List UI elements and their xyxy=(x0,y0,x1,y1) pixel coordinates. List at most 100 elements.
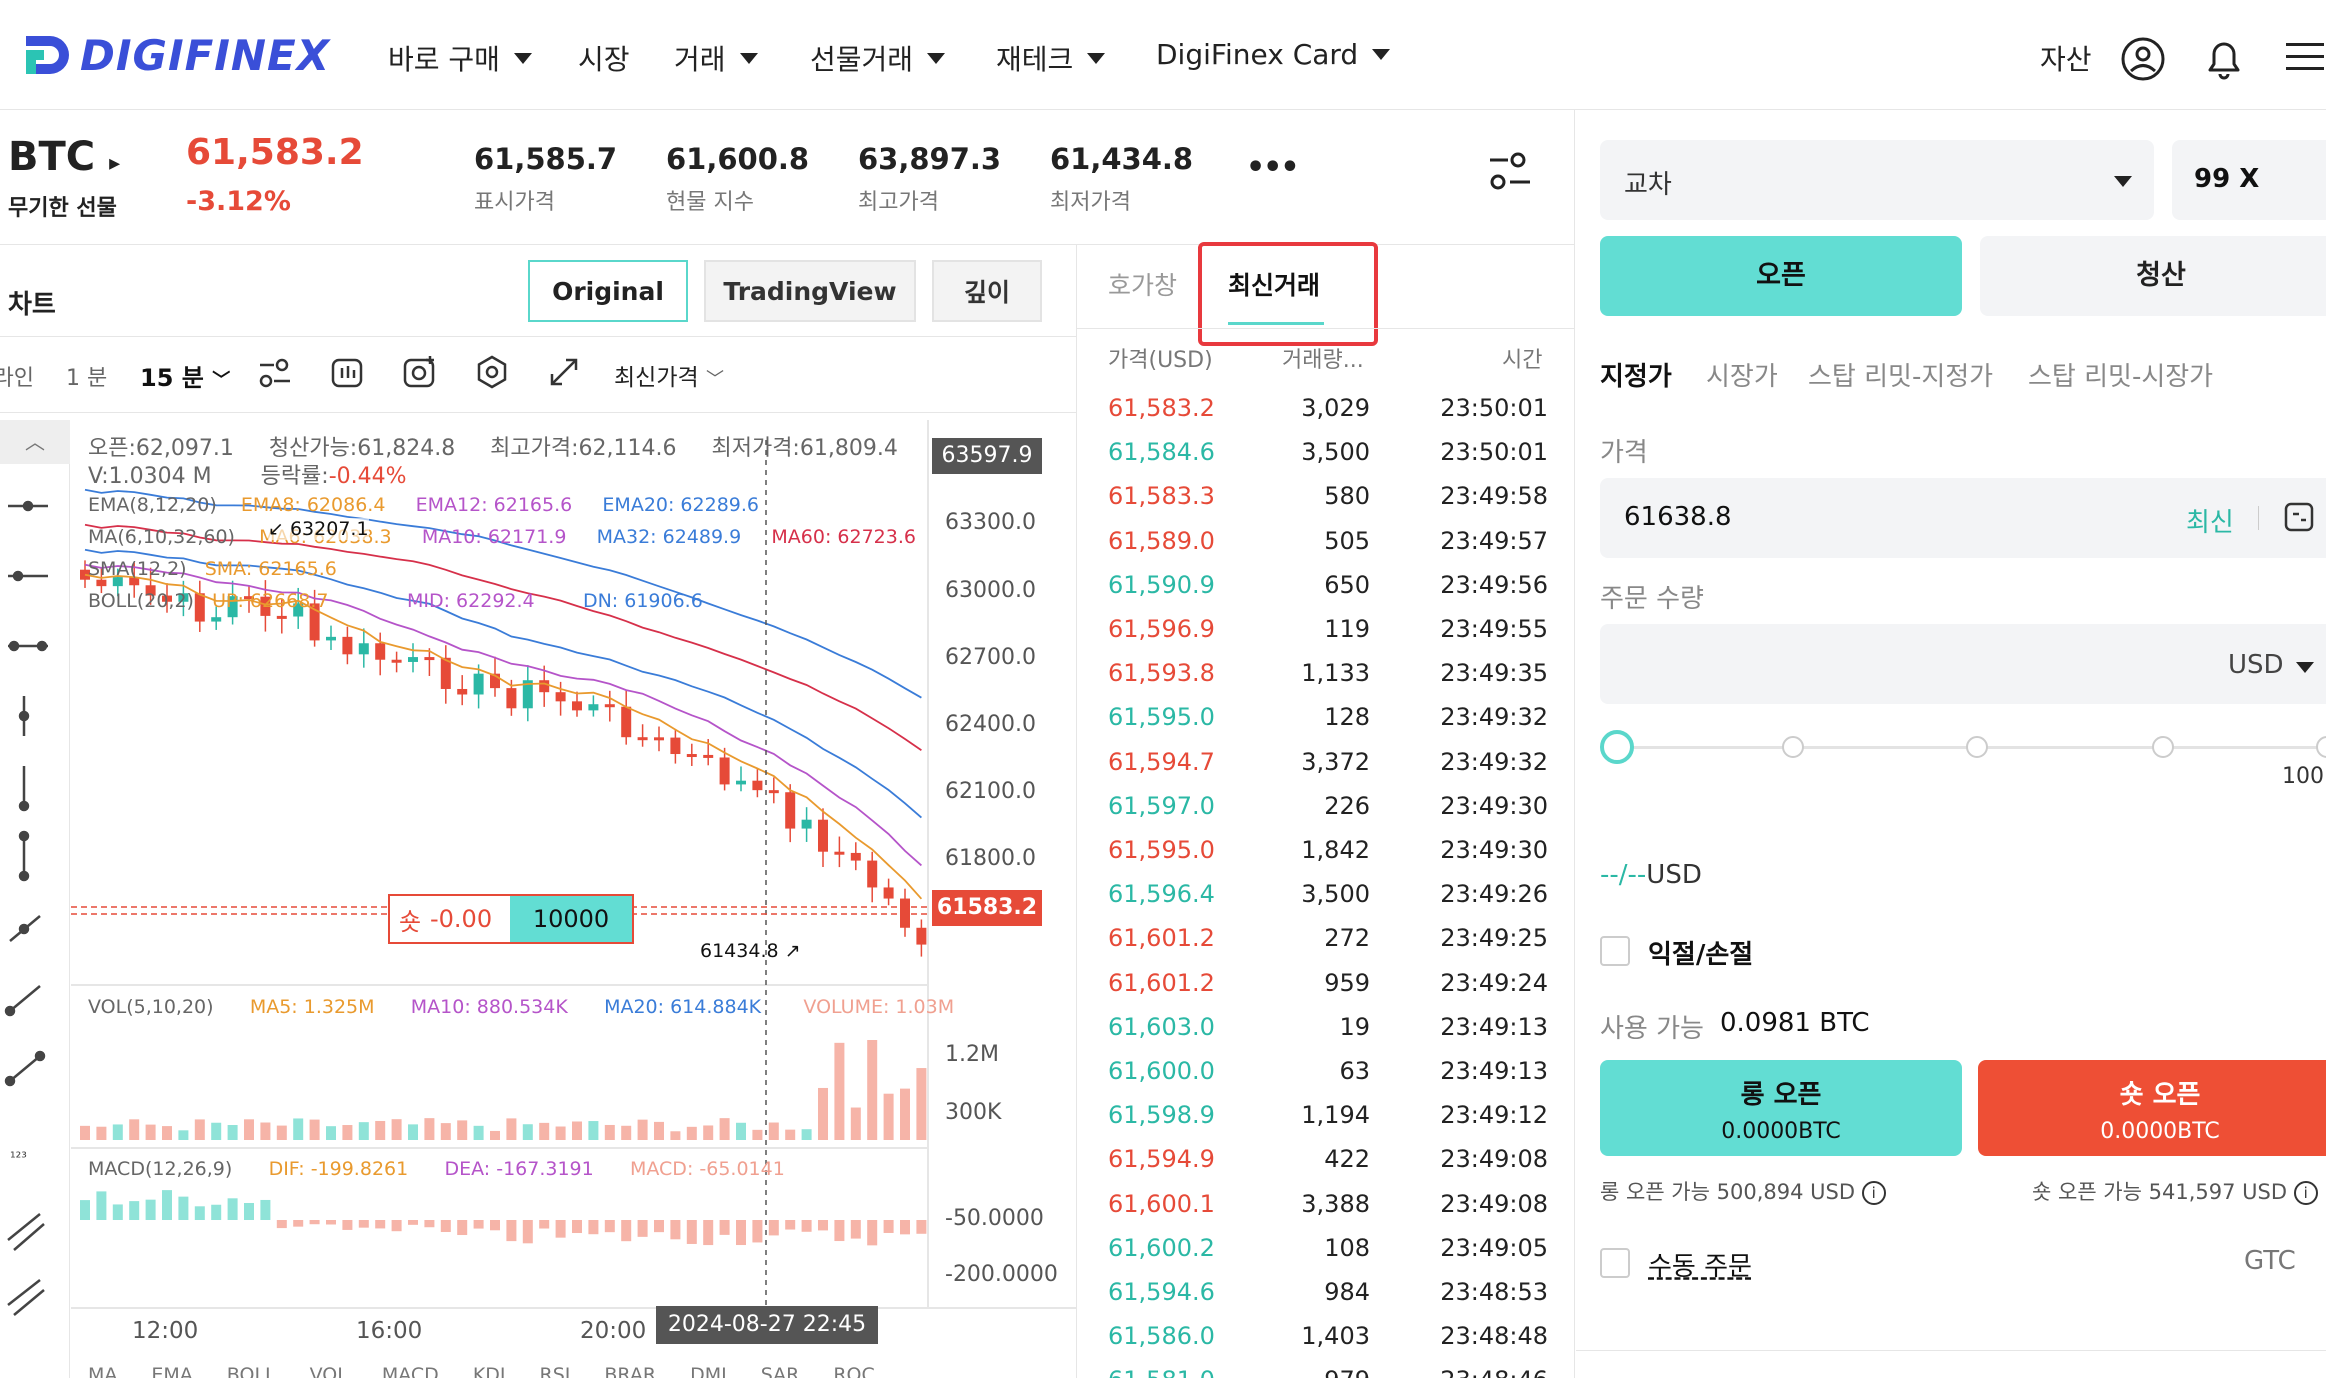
available-label: 사용 가능 xyxy=(1600,1014,1704,1044)
close-tab-button[interactable]: 청산 xyxy=(1980,236,2326,316)
short-open-button[interactable]: 숏 오픈 0.0000BTC xyxy=(1978,1060,2326,1156)
volume-bar xyxy=(440,1123,451,1140)
interval-1m[interactable]: 1 분 xyxy=(66,360,107,392)
nav-item-futures[interactable]: 선물거래 xyxy=(810,38,946,78)
tif-select[interactable]: GTC xyxy=(2244,1246,2296,1276)
view-tradingview-button[interactable]: TradingView xyxy=(704,260,916,322)
indicator-tab[interactable]: MACD xyxy=(382,1364,439,1378)
macd-bar xyxy=(375,1220,386,1229)
price-input[interactable]: 61638.8 최신 xyxy=(1600,478,2326,558)
nav-item-market[interactable]: 시장 xyxy=(578,38,630,78)
trade-price: 61,584.6 xyxy=(1108,438,1215,467)
manual-order-checkbox[interactable] xyxy=(1600,1248,1630,1278)
open-tab-button[interactable]: 오픈 xyxy=(1600,236,1962,316)
indicator-tab[interactable]: BRAR xyxy=(604,1364,656,1378)
long-open-button[interactable]: 롱 오픈 0.0000BTC xyxy=(1600,1060,1962,1156)
qty-slider-handle[interactable] xyxy=(1600,730,1634,764)
volume-bar xyxy=(818,1087,828,1140)
top-price-tag: 63597.9 xyxy=(932,438,1042,474)
macd-bar xyxy=(145,1199,156,1220)
slider-step[interactable] xyxy=(2316,736,2326,758)
leverage-select[interactable]: 99 X xyxy=(2172,140,2326,220)
view-depth-button[interactable]: 깊이 xyxy=(932,260,1042,322)
cost-value: --/-- xyxy=(1600,860,1647,890)
layout-settings-icon[interactable] xyxy=(1488,150,1532,194)
trade-qty: 979 xyxy=(1324,1366,1370,1378)
volume-bar xyxy=(883,1093,894,1140)
available-value: 0.0981 BTC xyxy=(1720,1008,1870,1038)
crosshair-time-tag: 2024-08-27 22:45 xyxy=(656,1306,878,1344)
logo[interactable]: DIGIFINEX xyxy=(22,30,330,80)
volume-bar xyxy=(129,1119,140,1140)
more-stats-button[interactable]: ••• xyxy=(1246,150,1300,185)
nav-assets[interactable]: 자산 xyxy=(2040,38,2092,78)
indicator-tab[interactable]: VOL xyxy=(310,1364,348,1378)
volume-change-line: V:1.0304 M 등락률:-0.44% xyxy=(88,458,407,490)
fullscreen-icon[interactable] xyxy=(548,356,580,388)
indicator-tab[interactable]: ROC xyxy=(833,1364,874,1378)
order-type-stop-market[interactable]: 스탑 리밋-시장가 xyxy=(2028,356,2213,393)
interval-15m[interactable]: 15 분 ﹀ xyxy=(140,358,230,393)
ema8-value: EMA8: 62086.4 xyxy=(240,494,386,516)
volume-bar xyxy=(719,1118,730,1140)
trade-price: 61,581.0 xyxy=(1108,1366,1215,1378)
order-type-limit[interactable]: 지정가 xyxy=(1600,356,1672,393)
menu-icon[interactable] xyxy=(2284,40,2324,74)
slider-step[interactable] xyxy=(1782,736,1804,758)
trade-row: 61,600.1 3,388 23:49:08 xyxy=(1108,1182,1548,1226)
margin-mode-select[interactable]: 교차 xyxy=(1600,140,2154,220)
indicator-tab[interactable]: SAR xyxy=(761,1364,800,1378)
slider-step[interactable] xyxy=(2152,736,2174,758)
macd-bar xyxy=(506,1220,517,1242)
nav-item-earn[interactable]: 재테크 xyxy=(996,38,1106,78)
last-price: 61,583.2 xyxy=(186,132,364,173)
tp-sl-checkbox[interactable] xyxy=(1600,936,1630,966)
qty-input[interactable]: USD xyxy=(1600,624,2326,704)
nav-item-buy[interactable]: 바로 구매 xyxy=(388,38,532,78)
candle xyxy=(572,701,582,711)
high-marker-value: 63207.1 xyxy=(289,518,369,540)
chart-type-icon[interactable] xyxy=(330,356,364,390)
indicator-tab[interactable]: RSI xyxy=(540,1364,571,1378)
cost-display: --/--USD xyxy=(1600,860,1702,890)
indicators-icon[interactable] xyxy=(258,358,292,388)
latest-price-button[interactable]: 최신 xyxy=(2186,502,2234,539)
slider-step[interactable] xyxy=(1966,736,1988,758)
nav-item-trade[interactable]: 거래 xyxy=(674,38,758,78)
indicator-tab[interactable]: DMI xyxy=(690,1364,727,1378)
interval-line[interactable]: 라인 xyxy=(0,360,34,392)
indicator-tab[interactable]: EMA xyxy=(151,1364,192,1378)
calculator-icon[interactable] xyxy=(2284,502,2314,532)
indicator-tab[interactable]: BOLL xyxy=(227,1364,276,1378)
low-marker: 61434.8 ↗ xyxy=(700,940,801,962)
ma-legend: MA(6,10,32,60) MA6: 62038.3 MA10: 62171.… xyxy=(88,526,916,548)
bell-icon[interactable] xyxy=(2202,36,2246,82)
boll-label: BOLL(20,2) xyxy=(88,590,194,612)
order-type-stop-limit[interactable]: 스탑 리밋-지정가 xyxy=(1808,356,1993,393)
nav-item-card[interactable]: DigiFinex Card xyxy=(1156,38,1391,71)
price-type-select[interactable]: 최신가격 ﹀ xyxy=(614,358,724,392)
position-tag[interactable]: 숏 -0.00 10000 xyxy=(388,894,634,944)
ohlc-volume: V:1.0304 M xyxy=(88,464,212,489)
trade-time: 23:49:25 xyxy=(1440,924,1548,953)
chart-title: 차트 xyxy=(8,290,56,320)
info-icon[interactable]: i xyxy=(2293,1181,2318,1205)
user-icon[interactable] xyxy=(2120,36,2166,82)
view-original-button[interactable]: Original xyxy=(528,260,688,322)
screenshot-icon[interactable] xyxy=(402,354,438,390)
order-type-market[interactable]: 시장가 xyxy=(1706,356,1778,393)
macd-bar xyxy=(178,1196,189,1220)
symbol-name: BTC xyxy=(8,134,96,180)
info-icon[interactable]: i xyxy=(1861,1181,1886,1205)
nav-item-label: 바로 구매 xyxy=(388,43,500,76)
macd-bar xyxy=(194,1206,205,1220)
trade-row: 61,596.9 119 23:49:55 xyxy=(1108,607,1548,651)
settings-icon[interactable] xyxy=(474,354,510,390)
top-nav: DIGIFINEX 바로 구매 시장 거래 선물거래 재테크 DigiFinex… xyxy=(0,0,2326,110)
trade-row: 61,595.0 1,842 23:49:30 xyxy=(1108,828,1548,872)
indicator-tab[interactable]: KDJ xyxy=(473,1364,506,1378)
indicator-tab[interactable]: MA xyxy=(88,1364,117,1378)
caret-right-icon: ▸ xyxy=(109,151,121,176)
tab-orderbook[interactable]: 호가창 xyxy=(1108,266,1177,302)
symbol-selector[interactable]: BTC ▸ xyxy=(8,134,120,180)
